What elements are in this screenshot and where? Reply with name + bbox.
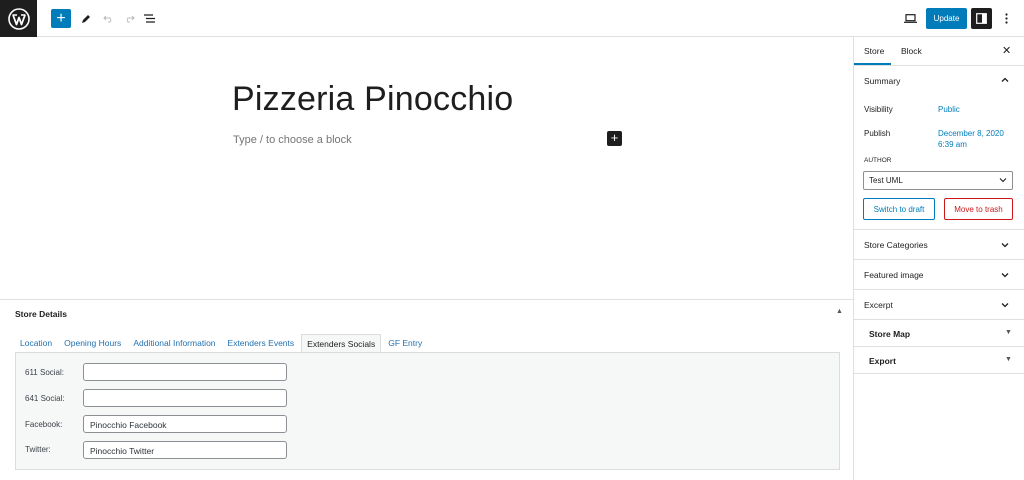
add-block-button[interactable]: +: [51, 9, 71, 28]
redo-button[interactable]: [122, 0, 136, 37]
collapse-triangle-icon[interactable]: ▲: [836, 308, 843, 315]
block-appender-placeholder[interactable]: Type / to choose a block: [233, 134, 352, 146]
post-title[interactable]: Pizzeria Pinocchio: [232, 80, 513, 119]
undo-button[interactable]: [101, 0, 115, 37]
chevron-down-icon: [999, 178, 1007, 183]
tab-block[interactable]: Block: [901, 46, 922, 56]
sidebar-tabs: Store Block ✕: [854, 37, 1024, 66]
tools-button[interactable]: [79, 0, 93, 37]
field-label: 611 Social:: [25, 368, 64, 377]
publish-date-toggle[interactable]: December 8, 2020 6:39 am: [938, 128, 1004, 150]
publish-date: December 8, 2020: [938, 129, 1004, 138]
wordpress-icon: [7, 7, 30, 30]
sidebar-icon: [976, 13, 987, 24]
excerpt-panel[interactable]: Excerpt: [854, 290, 1024, 320]
store-details-metabox: Store Details ▲ Location Opening Hours A…: [0, 299, 854, 480]
options-button[interactable]: [1000, 0, 1012, 37]
metabox-title[interactable]: Store Details: [15, 309, 67, 319]
publish-time: 6:39 am: [938, 140, 967, 149]
inline-add-block-button[interactable]: +: [607, 131, 622, 146]
preview-button[interactable]: [903, 0, 917, 37]
expand-triangle-icon[interactable]: ▼: [1005, 329, 1012, 336]
visibility-label: Visibility: [864, 105, 893, 114]
field-label: Facebook:: [25, 420, 63, 429]
update-button[interactable]: Update: [926, 8, 967, 29]
author-select-value: Test UML: [869, 176, 903, 185]
export-metabox[interactable]: Export ▼: [854, 347, 1024, 374]
wordpress-logo[interactable]: [0, 0, 37, 37]
author-select[interactable]: Test UML: [863, 171, 1013, 190]
social-641-field[interactable]: [83, 389, 287, 407]
list-view-icon: [144, 14, 155, 23]
visibility-toggle[interactable]: Public: [938, 104, 960, 115]
social-611-field[interactable]: [83, 363, 287, 381]
panel-title: Excerpt: [864, 300, 893, 310]
expand-triangle-icon[interactable]: ▼: [1005, 356, 1012, 363]
metabox-title: Store Map: [869, 329, 911, 339]
settings-button[interactable]: [971, 8, 992, 29]
panel-title: Featured image: [864, 270, 924, 280]
active-tab-indicator: [854, 63, 891, 65]
undo-icon: [102, 15, 111, 23]
list-view-button[interactable]: [143, 0, 157, 37]
close-icon[interactable]: ✕: [1002, 44, 1011, 57]
desktop-icon: [903, 14, 917, 23]
metabox-title: Export: [869, 356, 896, 366]
chevron-down-icon: [1001, 303, 1009, 308]
facebook-field[interactable]: Pinocchio Facebook: [83, 415, 287, 433]
plus-icon: +: [610, 130, 619, 145]
field-label: 641 Social:: [25, 394, 65, 403]
chevron-down-icon: [1001, 273, 1009, 278]
redo-icon: [126, 15, 135, 23]
tab-additional-information[interactable]: Additional Information: [128, 334, 220, 352]
tab-extenders-events[interactable]: Extenders Events: [223, 334, 300, 352]
tab-gf-entry[interactable]: GF Entry: [383, 334, 427, 352]
update-button-label: Update: [933, 14, 960, 23]
panel-title: Store Categories: [864, 240, 928, 250]
publish-label: Publish: [864, 129, 891, 138]
pencil-icon: [82, 14, 90, 23]
chevron-down-icon: [1001, 243, 1009, 248]
summary-panel-title[interactable]: Summary: [864, 76, 900, 86]
move-to-trash-button[interactable]: Move to trash: [944, 198, 1013, 220]
store-map-metabox[interactable]: Store Map ▼: [854, 320, 1024, 347]
tab-opening-hours[interactable]: Opening Hours: [59, 334, 126, 352]
plus-icon: +: [56, 10, 66, 27]
editor-header: + Update: [0, 0, 1024, 37]
metabox-tabs: Location Opening Hours Additional Inform…: [15, 334, 429, 352]
switch-to-draft-button[interactable]: Switch to draft: [863, 198, 935, 220]
tab-location[interactable]: Location: [15, 334, 57, 352]
store-categories-panel[interactable]: Store Categories: [854, 230, 1024, 260]
tab-extenders-socials[interactable]: Extenders Socials: [301, 334, 382, 352]
editor-canvas: Pizzeria Pinocchio Type / to choose a bl…: [0, 37, 854, 299]
chevron-up-icon[interactable]: [1001, 76, 1009, 84]
socials-tab-panel: 611 Social: 641 Social: Facebook: Pinocc…: [15, 352, 840, 470]
featured-image-panel[interactable]: Featured image: [854, 260, 1024, 290]
field-label: Twitter:: [25, 445, 51, 454]
author-label: AUTHOR: [864, 157, 892, 164]
twitter-field[interactable]: Pinocchio Twitter: [83, 441, 287, 459]
more-vertical-icon: [1004, 13, 1008, 24]
settings-sidebar: Store Block ✕ Summary Visibility Public …: [854, 37, 1024, 480]
tab-store[interactable]: Store: [864, 46, 884, 56]
summary-panel: Summary Visibility Public Publish Decemb…: [854, 66, 1024, 230]
